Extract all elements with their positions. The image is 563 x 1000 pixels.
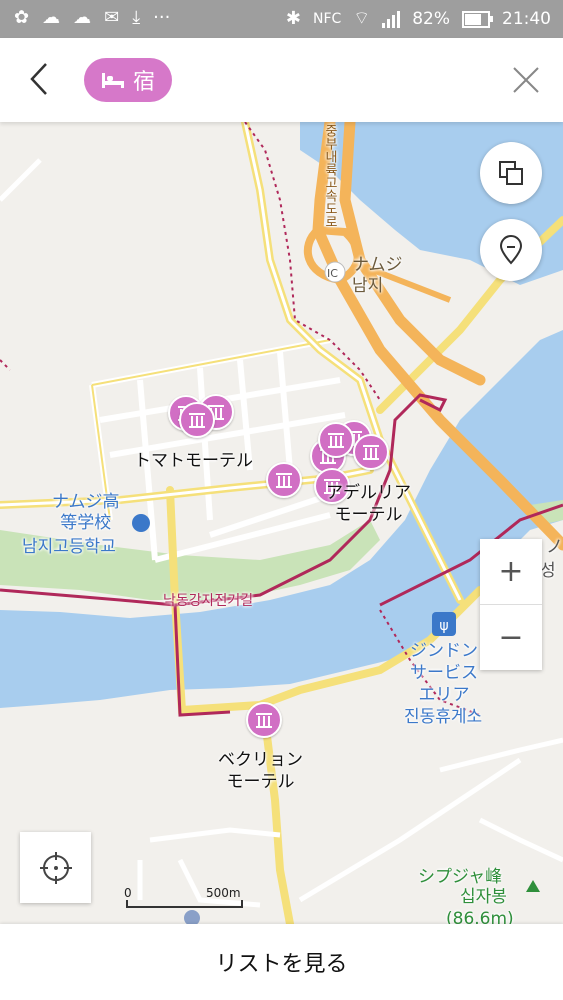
place-label-baekryeon-motel[interactable]: ベクリョン モーテル <box>218 749 303 793</box>
lodging-pin[interactable] <box>318 422 354 458</box>
lodging-icon <box>256 713 272 728</box>
lodging-pin[interactable] <box>266 462 302 498</box>
more-notifications-icon: ··· <box>153 7 171 28</box>
map-view[interactable]: ψ トマトモーテル アデルリア モーテル ベクリョン モーテル IC ナムジ 남… <box>0 122 563 924</box>
interchange-label-ko: 남지 <box>352 276 384 296</box>
school-label-ja: ナムジ高 等学校 <box>52 492 120 533</box>
edge-label-2: 성 <box>540 561 556 581</box>
layers-icon <box>499 161 523 185</box>
zoom-out-button[interactable]: − <box>480 605 542 670</box>
ic-badge-label: IC <box>327 267 338 280</box>
close-icon <box>513 67 539 93</box>
bike-road-label: 낙동강자전거길 <box>163 593 254 609</box>
scale-bar: 0 500m <box>124 886 246 908</box>
peak-height-label: (86.6m) <box>446 909 514 924</box>
battery-percent: 82% <box>412 9 450 29</box>
system-icons: ✱ NFC ⌔ 82% 21:40 <box>286 8 551 30</box>
peak-label-ko: 십자봉 <box>460 887 507 907</box>
battery-icon <box>462 10 493 28</box>
mail-icon: ✉ <box>104 7 120 28</box>
show-list-label: リストを見る <box>215 952 348 977</box>
lodging-pin-tomato-motel[interactable] <box>179 402 215 438</box>
school-icon <box>132 514 150 532</box>
lodging-icon <box>276 473 292 488</box>
status-bar: ✿ ☁ ☁ ✉ ⤓ ··· ✱ NFC ⌔ 82% 21:40 <box>0 0 563 38</box>
scale-end: 500m <box>206 886 241 900</box>
lodging-pin[interactable] <box>353 434 389 470</box>
zoom-in-button[interactable]: + <box>480 539 542 605</box>
top-bar: 宿 <box>0 38 563 122</box>
service-area-label-ko: 진동휴게소 <box>404 707 483 727</box>
clock: 21:40 <box>502 9 551 29</box>
service-area-label-ja: ジンドン サービス エリア <box>410 641 478 705</box>
app-notification-icon: ✿ <box>14 7 30 28</box>
svg-text:ψ: ψ <box>439 618 448 634</box>
layers-button[interactable] <box>480 142 542 204</box>
weather-icon-2: ☁ <box>73 7 92 28</box>
crosshair-icon <box>39 851 72 884</box>
chevron-left-icon <box>30 63 47 95</box>
filter-chip-label: 宿 <box>132 70 155 95</box>
current-location-button[interactable] <box>20 832 91 903</box>
expressway-label: 중부내륙고속도로 <box>322 124 337 228</box>
lodging-icon <box>328 433 344 448</box>
show-list-button[interactable]: リストを見る <box>0 924 563 1000</box>
download-icon: ⤓ <box>132 7 141 28</box>
back-button[interactable] <box>20 56 60 102</box>
bed-icon <box>101 73 124 88</box>
close-button[interactable] <box>505 58 545 102</box>
scale-start: 0 <box>124 886 132 900</box>
signal-icon <box>382 10 401 28</box>
interchange-label-ja: ナムジ <box>352 255 403 275</box>
place-label-tomato-motel[interactable]: トマトモーテル <box>134 450 253 472</box>
lodging-filter-chip[interactable]: 宿 <box>84 58 172 102</box>
wifi-icon: ⌔ <box>353 8 371 29</box>
bluetooth-icon: ✱ <box>285 8 301 29</box>
nfc-indicator: NFC <box>312 11 342 27</box>
zoom-controls: + − <box>480 539 542 670</box>
map-pin-icon <box>499 235 523 265</box>
peak-label-ja: シプジャ峰 <box>418 867 503 887</box>
location-pin-button[interactable] <box>480 219 542 281</box>
place-label-adelia-motel[interactable]: アデルリア モーテル <box>326 482 411 526</box>
edge-label-1: ノ <box>546 537 563 557</box>
lodging-pin-baekryeon-motel[interactable] <box>246 702 282 738</box>
weather-icon: ☁ <box>42 7 61 28</box>
notification-icons: ✿ ☁ ☁ ✉ ⤓ ··· <box>14 7 170 29</box>
lodging-icon <box>189 413 205 428</box>
school-label-ko: 남지고등학교 <box>22 537 116 557</box>
lodging-icon <box>363 445 379 460</box>
